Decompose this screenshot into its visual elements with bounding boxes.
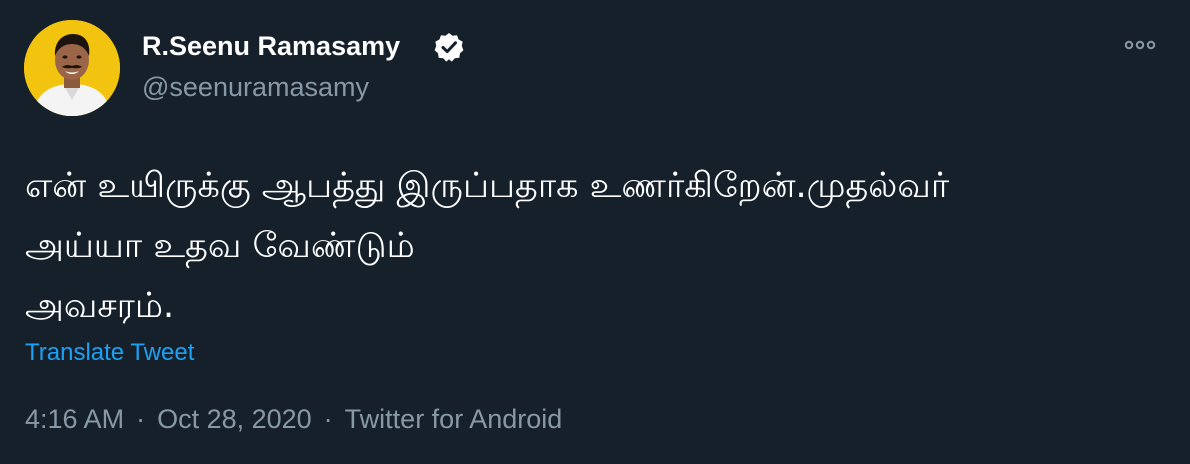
author-handle[interactable]: @seenuramasamy bbox=[142, 70, 369, 104]
meta-separator: · bbox=[136, 404, 146, 434]
tweet-metadata: 4:16 AM · Oct 28, 2020 · Twitter for Android bbox=[25, 402, 562, 436]
avatar[interactable] bbox=[24, 20, 120, 116]
tweet-source[interactable]: Twitter for Android bbox=[345, 402, 563, 436]
tweet-card: R.Seenu Ramasamy @seenuramasamy என் உயிர… bbox=[0, 0, 1190, 464]
verified-badge-icon bbox=[434, 33, 464, 62]
tweet-date[interactable]: Oct 28, 2020 bbox=[157, 402, 312, 436]
author-display-name[interactable]: R.Seenu Ramasamy bbox=[142, 28, 400, 64]
meta-separator: · bbox=[323, 404, 333, 434]
avatar-image bbox=[24, 20, 120, 116]
more-options-icon[interactable] bbox=[1120, 32, 1160, 58]
tweet-text: என் உயிருக்கு ஆபத்து இருப்பதாக உணர்கிறேன… bbox=[25, 166, 950, 326]
translate-tweet-link[interactable]: Translate Tweet bbox=[25, 338, 194, 368]
tweet-time[interactable]: 4:16 AM bbox=[25, 402, 124, 436]
